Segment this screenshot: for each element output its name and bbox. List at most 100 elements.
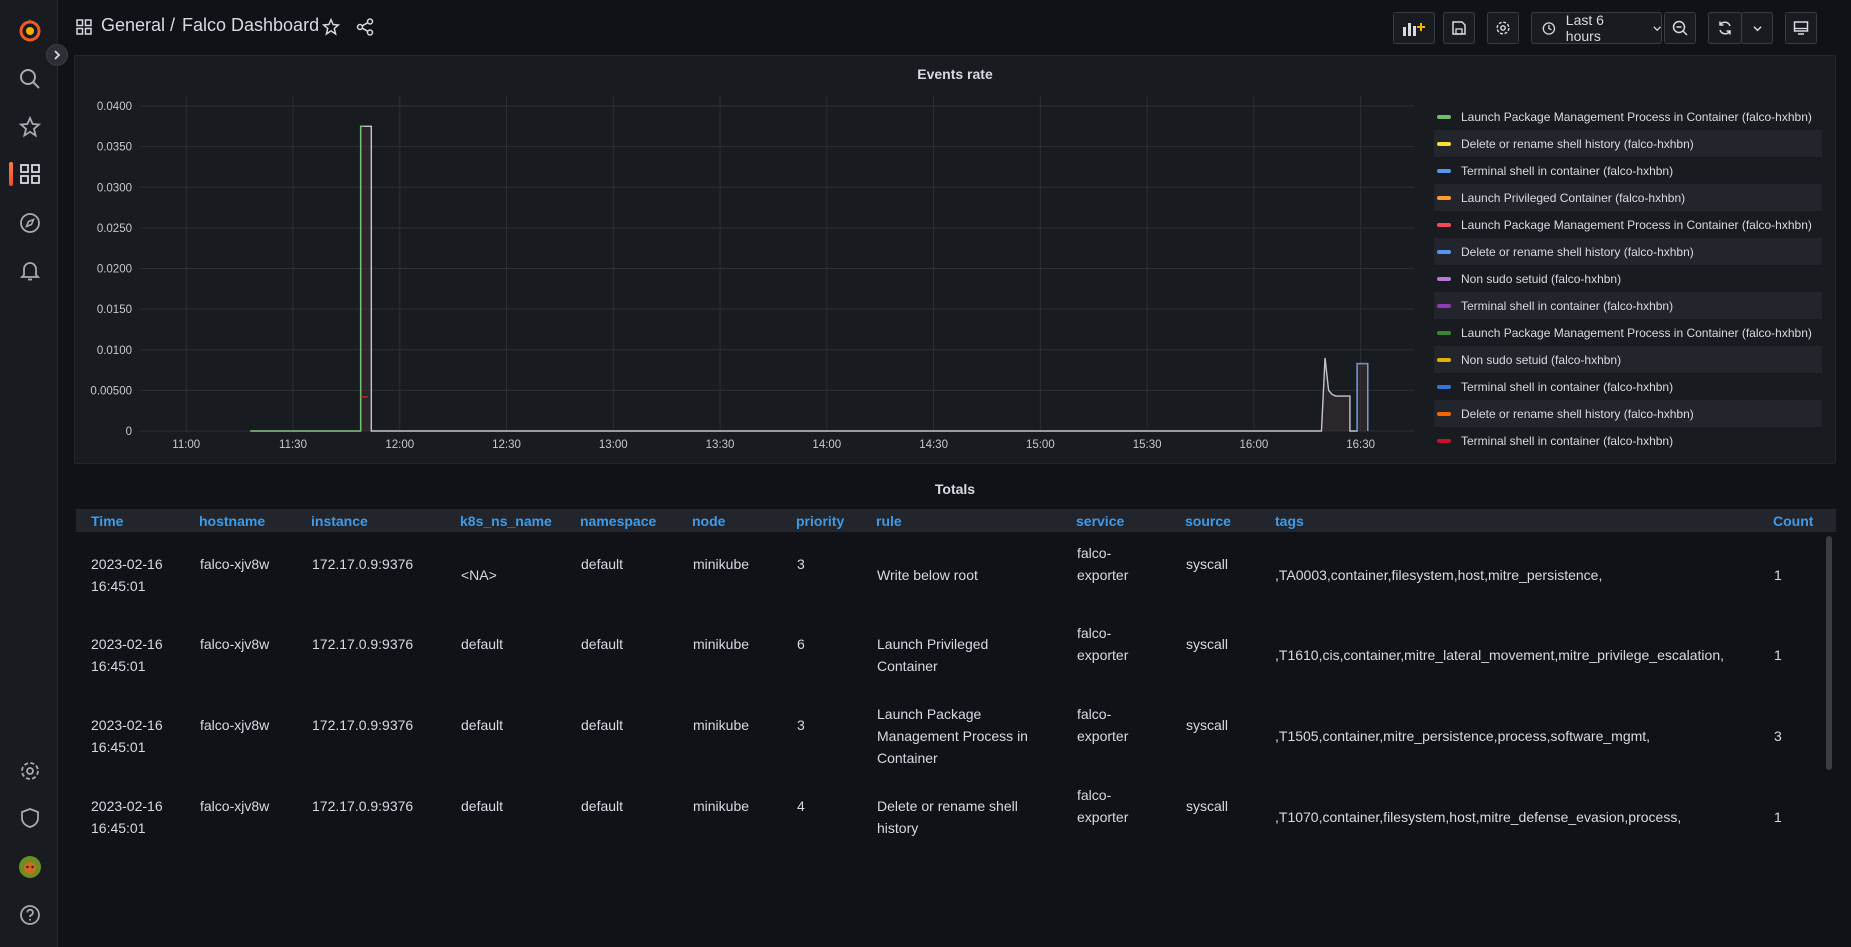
cell-time2: 16:45:01 xyxy=(91,820,146,836)
cell-namespace: default xyxy=(581,798,624,814)
column-header[interactable]: hostname xyxy=(199,513,265,529)
page-title[interactable]: Falco Dashboard xyxy=(182,15,319,36)
column-header[interactable]: tags xyxy=(1275,513,1304,529)
x-tick-label: 14:00 xyxy=(812,439,841,451)
cell-time2: 16:45:01 xyxy=(91,578,146,594)
dashboard-settings-button[interactable] xyxy=(1487,12,1519,44)
shield-icon[interactable] xyxy=(17,805,43,831)
breadcrumb-folder[interactable]: General xyxy=(101,15,165,36)
refresh-button[interactable] xyxy=(1708,12,1742,44)
legend-swatch xyxy=(1437,168,1451,173)
y-tick-label: 0.00500 xyxy=(90,385,132,397)
grafana-logo-icon[interactable] xyxy=(17,17,43,43)
cell-time1: 2023-02-16 xyxy=(91,556,163,572)
column-header[interactable]: instance xyxy=(311,513,368,529)
table-row[interactable]: 2023-02-16 16:45:01 falco-xjv8w 172.17.0.9:… xyxy=(76,697,1831,775)
events-rate-chart[interactable]: 0.0400 0.0350 0.0300 0.0250 0.0200 0.0150 0.01… xyxy=(74,55,1434,464)
time-range-label: Last 6 hours xyxy=(1565,12,1604,44)
cell-hostname: falco-xjv8w xyxy=(200,636,270,652)
legend-swatch xyxy=(1437,411,1451,416)
legend-item[interactable]: Non sudo setuid (falco-hxhbn) xyxy=(1434,346,1822,373)
cell-time1: 2023-02-16 xyxy=(91,798,163,814)
y-tick-label: 0 xyxy=(126,426,132,438)
legend-item[interactable]: Launch Privileged Container (falco-hxhbn… xyxy=(1434,184,1822,211)
cell-rule1: Launch Privileged xyxy=(877,636,989,652)
column-header[interactable]: node xyxy=(692,513,725,529)
legend-item[interactable]: Non sudo setuid (falco-hxhbn) xyxy=(1434,265,1822,292)
legend-swatch xyxy=(1437,303,1451,308)
cell-priority: 4 xyxy=(797,798,805,814)
x-tick-label: 13:00 xyxy=(599,439,628,451)
legend-item[interactable]: Terminal shell in container (falco-hxhbn… xyxy=(1434,157,1822,184)
table-scrollbar[interactable] xyxy=(1826,536,1832,770)
legend-item[interactable]: Launch Package Management Process in Con… xyxy=(1434,103,1822,130)
save-icon xyxy=(1452,21,1466,35)
legend-label: Launch Package Management Process in Con… xyxy=(1461,325,1812,340)
column-header[interactable]: Count xyxy=(1773,513,1813,529)
cell-time2: 16:45:01 xyxy=(91,658,146,674)
tv-icon xyxy=(1793,21,1809,35)
cell-rule2: Management Process in xyxy=(877,728,1028,744)
cell-priority: 3 xyxy=(797,717,805,733)
chart-legend: Launch Package Management Process in Con… xyxy=(1434,103,1822,455)
column-header[interactable]: service xyxy=(1076,513,1124,529)
time-range-picker[interactable]: Last 6 hours xyxy=(1531,12,1662,44)
cell-k8s_ns_name: default xyxy=(461,636,504,652)
kiosk-mode-button[interactable] xyxy=(1785,12,1817,44)
legend-swatch xyxy=(1437,330,1451,335)
settings-icon[interactable] xyxy=(17,758,43,784)
cell-service1: falco- xyxy=(1077,625,1112,641)
avatar[interactable] xyxy=(17,854,43,880)
dashboards-icon[interactable] xyxy=(17,161,43,187)
column-header[interactable]: rule xyxy=(876,513,902,529)
cell-priority: 3 xyxy=(797,556,805,572)
legend-item[interactable]: Delete or rename shell history (falco-hx… xyxy=(1434,130,1822,157)
x-tick-label: 15:30 xyxy=(1133,439,1162,451)
star-icon[interactable] xyxy=(322,18,340,36)
legend-item[interactable]: Terminal shell in container (falco-hxhbn… xyxy=(1434,373,1822,400)
cell-node: minikube xyxy=(693,717,750,733)
column-header[interactable]: priority xyxy=(796,513,844,529)
legend-item[interactable]: Launch Package Management Process in Con… xyxy=(1434,319,1822,346)
cell-time1: 2023-02-16 xyxy=(91,636,163,652)
search-icon[interactable] xyxy=(17,66,43,92)
series-area xyxy=(250,126,1368,431)
cell-instance: 172.17.0.9:9376 xyxy=(312,556,414,572)
legend-item[interactable]: Terminal shell in container (falco-hxhbn… xyxy=(1434,427,1822,454)
y-tick-label: 0.0350 xyxy=(97,142,132,154)
totals-title[interactable]: Totals xyxy=(74,481,1836,497)
cell-source: syscall xyxy=(1186,798,1229,814)
sidebar xyxy=(0,0,58,947)
table-row[interactable]: 2023-02-16 16:45:01 falco-xjv8w 172.17.0.9:… xyxy=(76,778,1831,856)
alerting-icon[interactable] xyxy=(17,257,43,283)
cell-instance: 172.17.0.9:9376 xyxy=(312,717,414,733)
refresh-interval-dropdown[interactable] xyxy=(1741,12,1773,44)
cell-rule3: Container xyxy=(877,750,938,766)
column-header[interactable]: source xyxy=(1185,513,1231,529)
cell-time2: 16:45:01 xyxy=(91,739,146,755)
legend-item[interactable]: Delete or rename shell history (falco-hx… xyxy=(1434,400,1822,427)
star-icon[interactable] xyxy=(17,114,43,140)
cell-priority: 6 xyxy=(797,636,805,652)
cell-k8s_ns_name: default xyxy=(461,798,504,814)
table-row[interactable]: 2023-02-16 16:45:01 falco-xjv8w 172.17.0.9:… xyxy=(76,536,1831,614)
zoom-out-button[interactable] xyxy=(1664,12,1696,44)
cell-rule1: Delete or rename shell xyxy=(877,798,1018,814)
legend-item[interactable]: Terminal shell in container (falco-hxhbn… xyxy=(1434,292,1822,319)
help-icon[interactable] xyxy=(17,902,43,928)
x-tick-label: 12:00 xyxy=(385,439,414,451)
expand-sidebar-button[interactable] xyxy=(46,44,68,66)
series-line xyxy=(250,125,1369,432)
column-header[interactable]: k8s_ns_name xyxy=(460,513,552,529)
legend-item[interactable]: Launch Package Management Process in Con… xyxy=(1434,211,1822,238)
add-panel-button[interactable] xyxy=(1393,12,1435,44)
column-header[interactable]: Time xyxy=(91,513,123,529)
share-icon[interactable] xyxy=(356,18,374,36)
table-row[interactable]: 2023-02-16 16:45:01 falco-xjv8w 172.17.0.9:… xyxy=(76,616,1831,694)
save-button[interactable] xyxy=(1443,12,1475,44)
grid-icon xyxy=(76,19,92,35)
legend-item[interactable]: Delete or rename shell history (falco-hx… xyxy=(1434,238,1822,265)
column-header[interactable]: namespace xyxy=(580,513,656,529)
legend-label: Launch Privileged Container (falco-hxhbn… xyxy=(1461,190,1686,205)
explore-icon[interactable] xyxy=(17,210,43,236)
